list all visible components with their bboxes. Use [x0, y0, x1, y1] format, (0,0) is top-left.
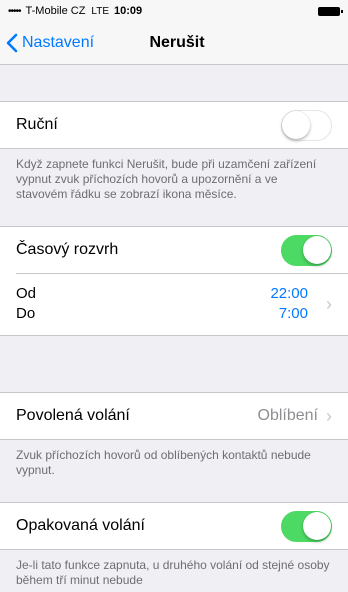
- allowed-calls-group: Povolená volání Oblíbení ›: [0, 392, 348, 440]
- schedule-group: Časový rozvrh Od Do 22:00 7:00 ›: [0, 226, 348, 336]
- manual-row: Ruční: [0, 102, 348, 148]
- manual-group: Ruční: [0, 101, 348, 149]
- manual-label: Ruční: [16, 116, 58, 133]
- allowed-calls-footer: Zvuk příchozích hovorů od oblíbených kon…: [16, 448, 311, 477]
- repeated-calls-group: Opakovaná volání: [0, 502, 348, 550]
- from-time: 22:00: [270, 285, 308, 302]
- battery-icon: [318, 6, 343, 16]
- repeated-calls-toggle[interactable]: [281, 510, 332, 542]
- schedule-times-row[interactable]: Od Do 22:00 7:00 ›: [0, 273, 348, 335]
- chevron-left-icon: [6, 33, 18, 53]
- to-time: 7:00: [278, 305, 308, 322]
- navigation-bar: Nastavení Nerušit: [0, 22, 348, 64]
- manual-toggle[interactable]: [281, 109, 332, 141]
- schedule-toggle[interactable]: [281, 234, 332, 266]
- repeated-calls-row: Opakovaná volání: [0, 503, 348, 549]
- to-label: Do: [16, 305, 36, 322]
- manual-footer: Když zapnete funkci Nerušit, bude při uz…: [16, 157, 317, 201]
- signal-icon: •••••: [8, 5, 21, 17]
- network-type: LTE: [91, 5, 110, 17]
- allowed-calls-label: Povolená volání: [16, 407, 130, 424]
- chevron-right-icon: ›: [326, 405, 332, 426]
- back-button[interactable]: Nastavení: [0, 22, 94, 64]
- back-button-label: Nastavení: [22, 34, 95, 51]
- schedule-row: Časový rozvrh: [0, 227, 348, 273]
- schedule-label: Časový rozvrh: [16, 241, 119, 258]
- repeated-calls-label: Opakovaná volání: [16, 517, 145, 534]
- from-label: Od: [16, 285, 37, 302]
- chevron-right-icon: ›: [326, 293, 332, 314]
- toggle-knob: [303, 511, 331, 540]
- screen: ••••• T-Mobile CZ LTE 10:09 Nastavení Ne…: [0, 0, 348, 592]
- toggle-knob: [303, 235, 331, 264]
- allowed-calls-row[interactable]: Povolená volání Oblíbení ›: [0, 393, 348, 439]
- toggle-knob: [282, 110, 310, 139]
- status-bar: ••••• T-Mobile CZ LTE 10:09: [0, 0, 348, 22]
- repeated-calls-footer: Je-li tato funkce zapnuta, u druhého vol…: [16, 558, 330, 587]
- schedule-labels: Od Do: [16, 284, 270, 324]
- schedule-values: 22:00 7:00: [270, 284, 308, 324]
- status-time: 10:09: [114, 5, 143, 17]
- top-bar: ••••• T-Mobile CZ LTE 10:09 Nastavení Ne…: [0, 0, 348, 65]
- allowed-calls-value: Oblíbení: [257, 407, 318, 424]
- carrier-name: T-Mobile CZ: [25, 5, 86, 17]
